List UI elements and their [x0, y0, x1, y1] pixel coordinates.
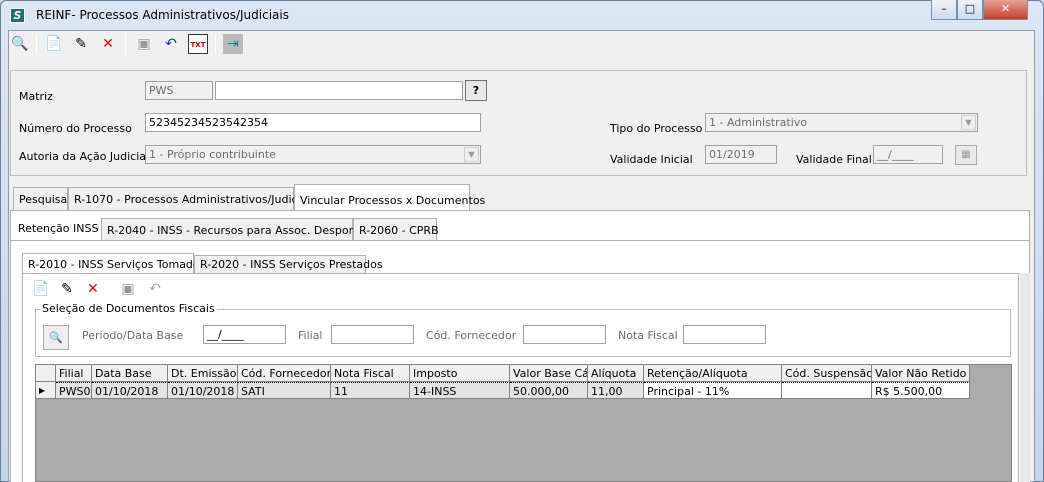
undo-icon[interactable]: ↶ — [145, 279, 165, 299]
edit-icon[interactable]: ✎ — [71, 34, 91, 54]
selecao-title: Seleção de Documentos Fiscais — [40, 302, 217, 315]
validade-inicial-label: Validade Inicial — [610, 153, 693, 166]
validade-inicial-input[interactable]: 01/2019 — [705, 145, 777, 164]
search-button[interactable]: 🔍 — [43, 325, 69, 350]
toolbar-separator — [215, 34, 216, 54]
matriz-name-input[interactable] — [215, 81, 463, 100]
periodo-label: Período/Data Base — [82, 329, 184, 342]
toolbar-separator — [111, 279, 112, 299]
subtab-r2040[interactable]: R-2040 - INSS - Recursos para Assoc. Des… — [101, 218, 374, 241]
numero-processo-input[interactable]: 52345234523542354 — [145, 113, 481, 132]
new-icon[interactable]: 📄 — [31, 279, 51, 299]
nota-input[interactable] — [683, 325, 766, 344]
table-cell[interactable]: 11,00 — [588, 382, 644, 399]
toolbar-separator — [36, 34, 37, 54]
numero-label: Número do Processo — [19, 122, 132, 135]
subtab-divider — [11, 240, 1029, 241]
grid-corner — [36, 365, 56, 382]
table-cell[interactable]: 01/10/2018 — [92, 382, 168, 399]
column-header[interactable]: Dt. Emissão — [168, 365, 238, 382]
toolbar-separator — [125, 34, 126, 54]
column-header[interactable]: Nota Fiscal — [331, 365, 410, 382]
column-header[interactable]: Cód. Suspensão — [782, 365, 872, 382]
subtab-r2020[interactable]: R-2020 - INSS Serviços Prestados — [194, 255, 383, 274]
nota-label: Nota Fiscal — [618, 329, 678, 342]
table-cell[interactable]: 14-INSS — [410, 382, 510, 399]
validade-final-input[interactable]: __/____ — [873, 145, 943, 164]
matriz-label: Matriz — [19, 90, 53, 103]
new-icon[interactable]: 📄 — [44, 34, 64, 54]
scrollbar[interactable] — [1020, 273, 1030, 482]
window-title: REINF- Processos Administrativos/Judicia… — [36, 8, 289, 22]
lookup-button[interactable]: ? — [465, 80, 487, 101]
validade-final-label: Validade Final — [796, 153, 872, 166]
save-icon[interactable]: ▣ — [118, 279, 138, 299]
subtab-r2060[interactable]: R-2060 - CPRB — [353, 218, 439, 241]
column-header[interactable]: Valor Base Cálculo — [510, 365, 588, 382]
app-icon: S — [10, 8, 25, 23]
column-header[interactable]: Imposto — [410, 365, 510, 382]
tipo-label: Tipo do Processo — [610, 122, 703, 135]
filial-input[interactable] — [331, 325, 414, 344]
export-txt-icon[interactable]: TXT — [188, 34, 208, 54]
table-cell[interactable] — [782, 382, 872, 399]
table-cell[interactable]: 50.000,00 — [510, 382, 588, 399]
matriz-code-input[interactable]: PWS — [145, 81, 213, 100]
subtab-retencao-inss[interactable]: Retenção INSS — [13, 216, 101, 241]
table-cell[interactable]: 01/10/2018 — [168, 382, 238, 399]
chevron-down-icon: ▼ — [961, 115, 976, 130]
edit-icon[interactable]: ✎ — [57, 279, 77, 299]
maximize-button[interactable]: □ — [957, 0, 983, 20]
tipo-select[interactable]: 1 - Administrativo ▼ — [705, 113, 978, 132]
undo-icon[interactable]: ↶ — [161, 34, 181, 54]
table-cell[interactable]: 11 — [331, 382, 410, 399]
row-indicator-icon: ▶ — [36, 382, 56, 399]
exit-icon[interactable]: ⇥ — [223, 34, 243, 54]
column-header[interactable]: Data Base — [92, 365, 168, 382]
chevron-down-icon: ▼ — [464, 147, 479, 162]
column-header[interactable]: Cód. Fornecedor — [238, 365, 331, 382]
table-cell[interactable]: Principal - 11% — [644, 382, 782, 399]
tab-pesquisa[interactable]: Pesquisa — [13, 187, 68, 210]
autoria-value: 1 - Próprio contribuinte — [149, 148, 276, 161]
binoculars-icon[interactable]: 🔍 — [10, 34, 30, 54]
tab-r1070[interactable]: R-1070 - Processos Administrativos/Judic… — [68, 187, 316, 210]
tipo-value: 1 - Administrativo — [709, 116, 807, 129]
delete-icon[interactable]: ✕ — [98, 34, 118, 54]
minimize-button[interactable]: – — [931, 0, 957, 20]
table-cell[interactable]: SATI — [238, 382, 331, 399]
column-header[interactable]: Valor Não Retido — [872, 365, 970, 382]
filial-label: Filial — [298, 329, 323, 342]
close-button[interactable]: ✕ — [983, 0, 1028, 20]
periodo-input[interactable]: __/____ — [203, 325, 286, 344]
column-header[interactable]: Retenção/Alíquota — [644, 365, 782, 382]
fornecedor-input[interactable] — [523, 325, 606, 344]
subtab-r2010[interactable]: R-2010 - INSS Serviços Tomados — [22, 253, 205, 275]
save-icon[interactable]: ▣ — [134, 34, 154, 54]
fornecedor-label: Cód. Fornecedor — [426, 329, 517, 342]
table-cell[interactable]: PWS06 — [56, 382, 92, 399]
table-cell[interactable]: R$ 5.500,00 — [872, 382, 970, 399]
calendar-icon[interactable]: ▦ — [955, 145, 977, 165]
autoria-label: Autoria da Ação Judicial — [19, 150, 150, 163]
column-header[interactable]: Filial — [56, 365, 92, 382]
column-header[interactable]: Alíquota — [588, 365, 644, 382]
delete-icon[interactable]: ✕ — [83, 279, 103, 299]
autoria-select[interactable]: 1 - Próprio contribuinte ▼ — [145, 145, 481, 164]
tab-vincular[interactable]: Vincular Processos x Documentos — [294, 184, 485, 211]
